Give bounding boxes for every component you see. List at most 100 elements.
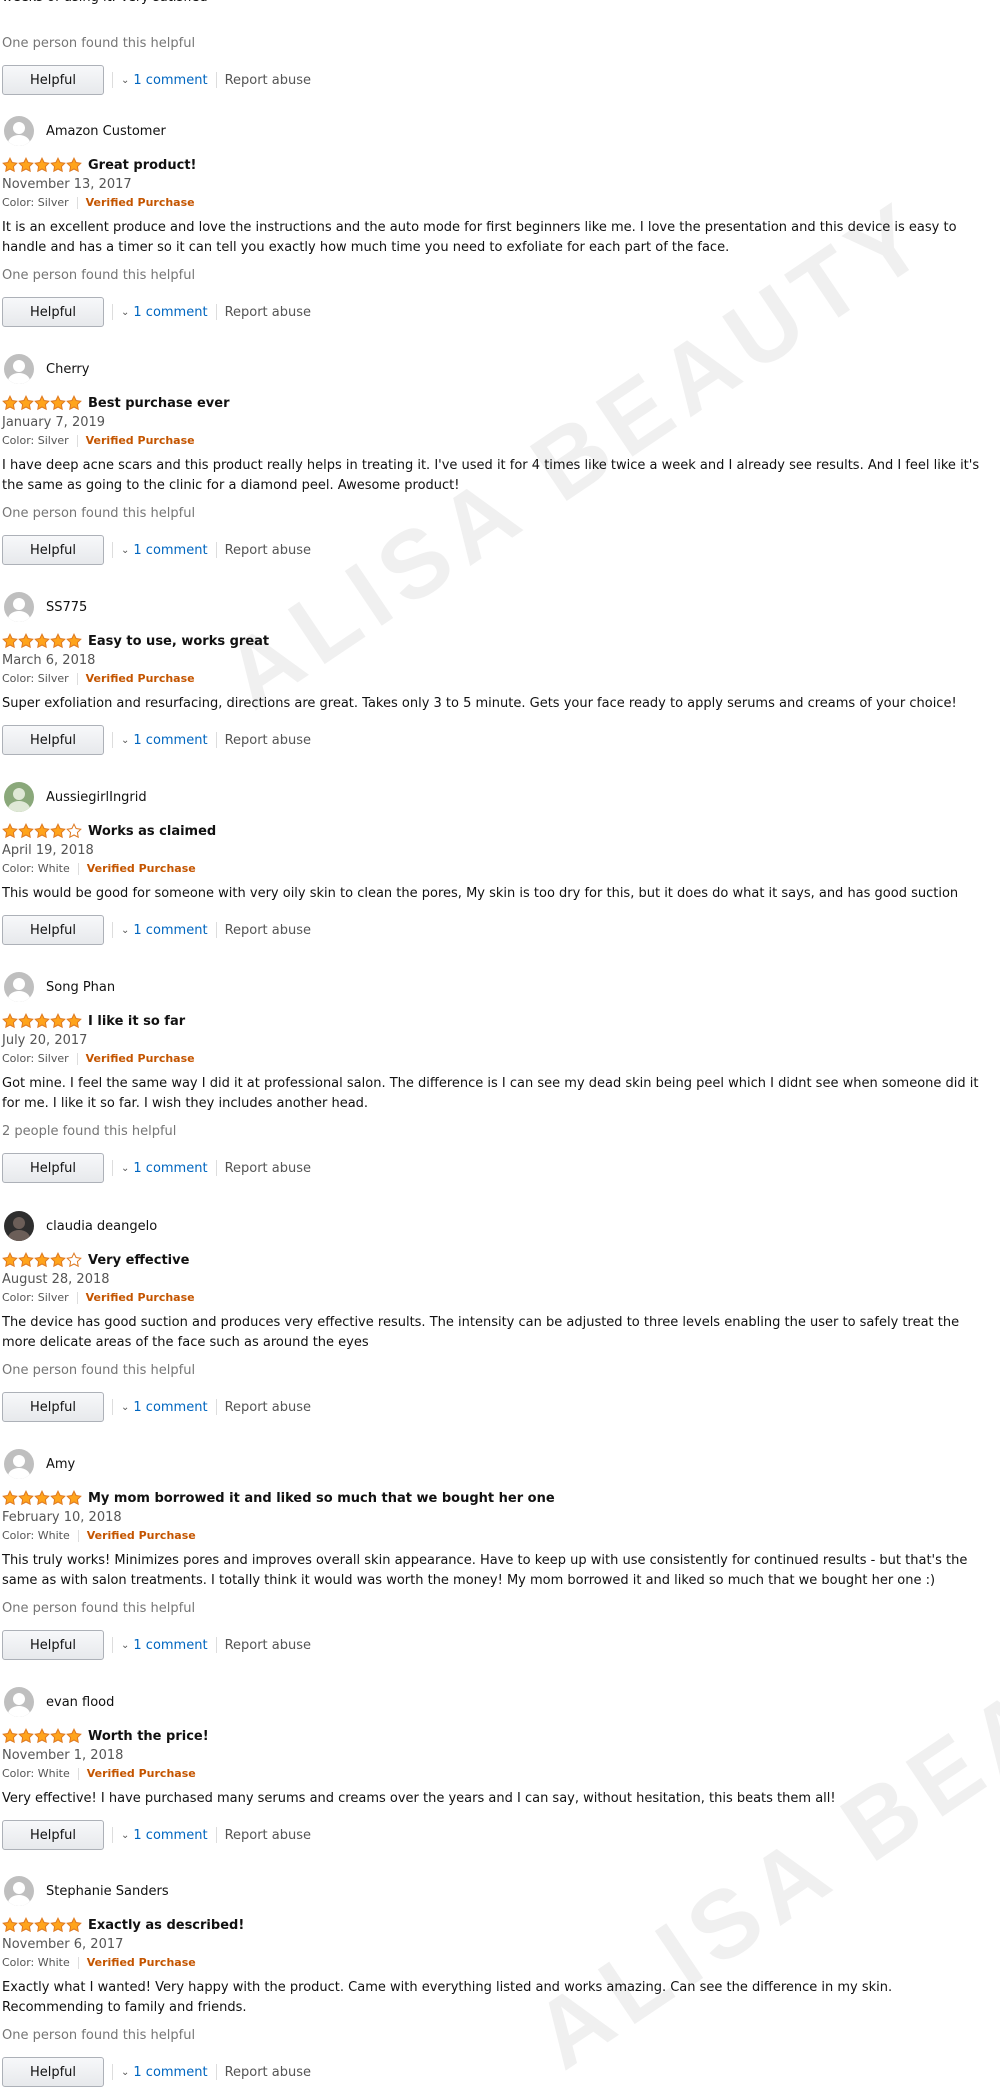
report-abuse-link[interactable]: Report abuse bbox=[225, 543, 311, 558]
verified-purchase-badge[interactable]: Verified Purchase bbox=[87, 1527, 196, 1545]
reviewer-name[interactable]: Amy bbox=[46, 1457, 75, 1472]
review-item: claudia deangelo Very effective August 28,… bbox=[0, 1209, 1000, 1423]
reviewer-profile[interactable]: Cherry bbox=[0, 352, 1000, 386]
product-color[interactable]: Color: Silver bbox=[2, 670, 69, 688]
review-title[interactable]: Great product! bbox=[88, 158, 196, 173]
comment-link[interactable]: ⌄ 1 comment bbox=[121, 73, 208, 88]
star-rating[interactable] bbox=[2, 1917, 82, 1933]
comment-label: 1 comment bbox=[133, 2064, 208, 2080]
star-rating[interactable] bbox=[2, 823, 82, 839]
star-rating[interactable] bbox=[2, 157, 82, 173]
comment-link[interactable]: ⌄ 1 comment bbox=[121, 1400, 208, 1415]
star-rating[interactable] bbox=[2, 1252, 82, 1268]
review-title[interactable]: Very effective bbox=[88, 1253, 189, 1268]
report-abuse-link[interactable]: Report abuse bbox=[225, 1828, 311, 1843]
report-abuse-link[interactable]: Report abuse bbox=[225, 2065, 311, 2080]
review-title[interactable]: Exactly as described! bbox=[88, 1918, 244, 1933]
helpful-button[interactable]: Helpful bbox=[2, 1630, 104, 1660]
helpful-button[interactable]: Helpful bbox=[2, 2057, 104, 2087]
reviewer-name[interactable]: claudia deangelo bbox=[46, 1219, 157, 1234]
review-meta: Color: Silver Verified Purchase bbox=[2, 194, 1000, 212]
reviewer-profile[interactable]: claudia deangelo bbox=[0, 1209, 1000, 1243]
review-title[interactable]: Worth the price! bbox=[88, 1729, 209, 1744]
reviewer-profile[interactable]: SS775 bbox=[0, 590, 1000, 624]
comment-link[interactable]: ⌄ 1 comment bbox=[121, 543, 208, 558]
helpful-button[interactable]: Helpful bbox=[2, 1153, 104, 1183]
divider bbox=[77, 1530, 79, 1542]
star-filled-icon bbox=[34, 395, 50, 411]
comment-link[interactable]: ⌄ 1 comment bbox=[121, 1638, 208, 1653]
comment-label: 1 comment bbox=[133, 1637, 208, 1653]
reviewer-name[interactable]: SS775 bbox=[46, 600, 87, 615]
reviewer-name[interactable]: Cherry bbox=[46, 362, 89, 377]
verified-purchase-badge[interactable]: Verified Purchase bbox=[86, 432, 195, 450]
star-filled-icon bbox=[2, 157, 18, 173]
helpful-button[interactable]: Helpful bbox=[2, 915, 104, 945]
reviewer-profile[interactable]: Stephanie Sanders bbox=[0, 1874, 1000, 1908]
product-color[interactable]: Color: Silver bbox=[2, 1289, 69, 1307]
star-rating[interactable] bbox=[2, 1490, 82, 1506]
product-color[interactable]: Color: White bbox=[2, 1954, 70, 1972]
comment-link[interactable]: ⌄ 1 comment bbox=[121, 305, 208, 320]
review-title[interactable]: I like it so far bbox=[88, 1014, 185, 1029]
reviewer-name[interactable]: Amazon Customer bbox=[46, 124, 166, 139]
comment-link[interactable]: ⌄ 1 comment bbox=[121, 923, 208, 938]
verified-purchase-badge[interactable]: Verified Purchase bbox=[87, 1765, 196, 1783]
divider bbox=[112, 542, 113, 558]
star-filled-icon bbox=[66, 157, 82, 173]
verified-purchase-badge[interactable]: Verified Purchase bbox=[87, 1954, 196, 1972]
report-abuse-link[interactable]: Report abuse bbox=[225, 923, 311, 938]
product-color[interactable]: Color: Silver bbox=[2, 432, 69, 450]
report-abuse-link[interactable]: Report abuse bbox=[225, 1161, 311, 1176]
reviewer-profile[interactable]: AussiegirlIngrid bbox=[0, 780, 1000, 814]
reviewer-name[interactable]: Song Phan bbox=[46, 980, 115, 995]
report-abuse-link[interactable]: Report abuse bbox=[225, 73, 311, 88]
comment-link[interactable]: ⌄ 1 comment bbox=[121, 1161, 208, 1176]
comment-link[interactable]: ⌄ 1 comment bbox=[121, 733, 208, 748]
verified-purchase-badge[interactable]: Verified Purchase bbox=[86, 1289, 195, 1307]
divider bbox=[215, 1399, 217, 1415]
reviewer-name[interactable]: Stephanie Sanders bbox=[46, 1884, 169, 1899]
product-color[interactable]: Color: White bbox=[2, 1527, 70, 1545]
review-title-row: My mom borrowed it and liked so much tha… bbox=[0, 1487, 1000, 1509]
reviewer-name[interactable]: AussiegirlIngrid bbox=[46, 790, 147, 805]
review-meta: Color: White Verified Purchase bbox=[2, 1765, 1000, 1783]
verified-purchase-badge[interactable]: Verified Purchase bbox=[86, 194, 195, 212]
verified-purchase-badge[interactable]: Verified Purchase bbox=[86, 1050, 195, 1068]
verified-purchase-badge[interactable]: Verified Purchase bbox=[87, 860, 196, 878]
product-color[interactable]: Color: White bbox=[2, 860, 70, 878]
star-rating[interactable] bbox=[2, 1728, 82, 1744]
review-date: August 28, 2018 bbox=[2, 1272, 110, 1287]
report-abuse-link[interactable]: Report abuse bbox=[225, 305, 311, 320]
review-title[interactable]: Best purchase ever bbox=[88, 396, 230, 411]
reviewer-profile[interactable]: Amazon Customer bbox=[0, 114, 1000, 148]
star-rating[interactable] bbox=[2, 1013, 82, 1029]
review-body: Exactly what I wanted! Very happy with t… bbox=[2, 1980, 893, 2015]
helpful-button[interactable]: Helpful bbox=[2, 725, 104, 755]
review-date: April 19, 2018 bbox=[2, 843, 94, 858]
helpful-button[interactable]: Helpful bbox=[2, 1820, 104, 1850]
report-abuse-link[interactable]: Report abuse bbox=[225, 1400, 311, 1415]
divider bbox=[76, 197, 78, 209]
comment-link[interactable]: ⌄ 1 comment bbox=[121, 2065, 208, 2080]
comment-link[interactable]: ⌄ 1 comment bbox=[121, 1828, 208, 1843]
review-title[interactable]: Works as claimed bbox=[88, 824, 216, 839]
star-rating[interactable] bbox=[2, 633, 82, 649]
verified-purchase-badge[interactable]: Verified Purchase bbox=[86, 670, 195, 688]
product-color[interactable]: Color: White bbox=[2, 1765, 70, 1783]
review-title[interactable]: My mom borrowed it and liked so much tha… bbox=[88, 1491, 555, 1506]
helpful-button[interactable]: Helpful bbox=[2, 65, 104, 95]
product-color[interactable]: Color: Silver bbox=[2, 1050, 69, 1068]
helpful-button[interactable]: Helpful bbox=[2, 1392, 104, 1422]
reviewer-name[interactable]: evan flood bbox=[46, 1695, 114, 1710]
reviewer-profile[interactable]: Amy bbox=[0, 1447, 1000, 1481]
helpful-button[interactable]: Helpful bbox=[2, 535, 104, 565]
reviewer-profile[interactable]: Song Phan bbox=[0, 970, 1000, 1004]
product-color[interactable]: Color: Silver bbox=[2, 194, 69, 212]
helpful-button[interactable]: Helpful bbox=[2, 297, 104, 327]
reviewer-profile[interactable]: evan flood bbox=[0, 1685, 1000, 1719]
report-abuse-link[interactable]: Report abuse bbox=[225, 1638, 311, 1653]
star-rating[interactable] bbox=[2, 395, 82, 411]
report-abuse-link[interactable]: Report abuse bbox=[225, 733, 311, 748]
review-title[interactable]: Easy to use, works great bbox=[88, 634, 269, 649]
